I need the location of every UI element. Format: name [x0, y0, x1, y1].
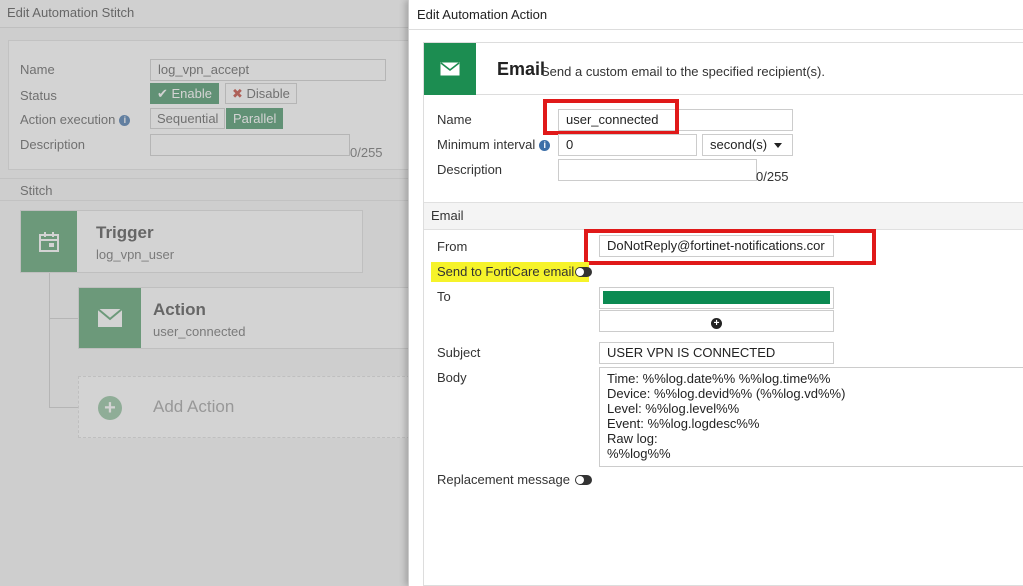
body-line: Raw log: [607, 431, 658, 446]
dialog-body: Email Send a custom email to the specifi… [423, 42, 1023, 586]
forticare-label: Send to FortiCare email [437, 264, 575, 279]
description-input[interactable] [558, 159, 757, 181]
body-textarea[interactable]: Time: %%log.date%% %%log.time%% Device: … [599, 367, 1023, 467]
stitch-editor-background: Edit Automation Stitch Name log_vpn_acce… [0, 0, 410, 586]
redacted-recipient [603, 291, 830, 304]
envelope-icon [424, 43, 476, 95]
body-line: %%log%% [607, 446, 671, 461]
body-line: Level: %%log.level%% [607, 401, 740, 416]
from-label: From [437, 239, 468, 254]
body-label: Body [437, 370, 467, 385]
add-recipient-button[interactable]: + [599, 310, 834, 332]
annotation-box [584, 229, 876, 265]
modal-overlay [0, 0, 410, 586]
body-line: Device: %%log.devid%% (%%log.vd%%) [607, 386, 846, 401]
replacement-message-toggle[interactable] [575, 475, 592, 485]
min-interval-input[interactable]: 0 [558, 134, 697, 156]
action-type-header: Email Send a custom email to the specifi… [424, 43, 1023, 95]
interval-unit-select[interactable]: second(s) [702, 134, 793, 156]
replacement-message-label: Replacement message [437, 472, 570, 487]
to-recipient-input[interactable] [599, 287, 834, 309]
body-line: Time: %%log.date%% %%log.time%% [607, 371, 831, 386]
edit-action-dialog: Edit Automation Action Email Send a cust… [408, 0, 1023, 586]
to-label: To [437, 289, 451, 304]
forticare-toggle[interactable] [575, 267, 592, 277]
annotation-box [543, 99, 679, 135]
subject-input[interactable]: USER VPN IS CONNECTED [599, 342, 834, 364]
action-type-title: Email [497, 59, 546, 79]
action-type-description: Send a custom email to the specified rec… [541, 64, 825, 79]
dialog-title: Edit Automation Action [409, 0, 1023, 30]
chevron-down-icon [774, 143, 782, 148]
body-line: Event: %%log.logdesc%% [607, 416, 760, 431]
info-icon: i [539, 140, 551, 151]
plus-circle-icon: + [711, 318, 722, 329]
description-count: 0/255 [756, 169, 789, 184]
subject-label: Subject [437, 345, 481, 360]
description-label: Description [437, 162, 503, 177]
email-section-header: Email [424, 202, 1023, 230]
min-interval-label: Minimum interval i [437, 137, 551, 152]
name-label: Name [437, 112, 472, 127]
